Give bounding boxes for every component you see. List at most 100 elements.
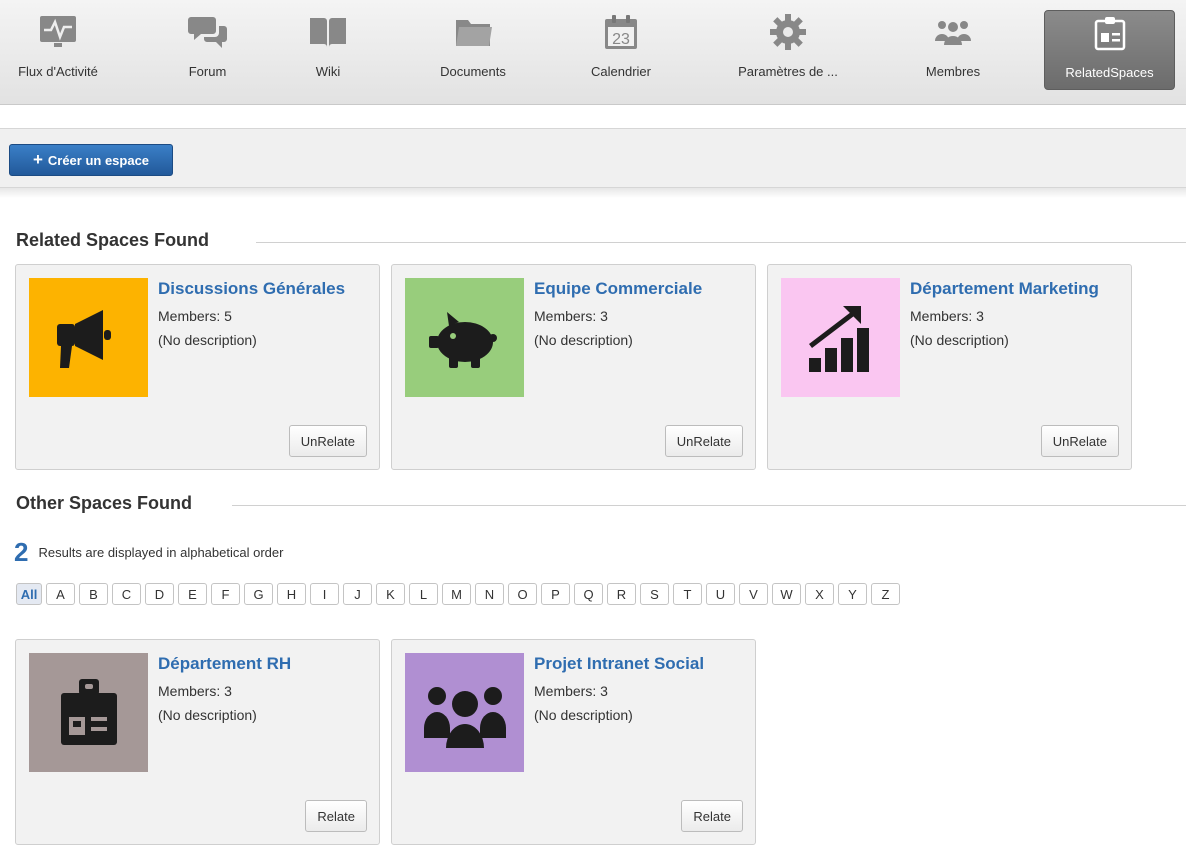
letter-filter-g[interactable]: G [244,583,273,605]
space-description: (No description) [158,332,257,348]
nav-item-activity-stream[interactable]: Flux d'Activité [8,10,108,90]
relate-button[interactable]: Relate [681,800,743,832]
space-avatar [29,653,148,772]
space-card: Département Marketing Members: 3 (No des… [767,264,1132,470]
create-space-button[interactable]: + Créer un espace [9,144,173,176]
letter-filter-m[interactable]: M [442,583,471,605]
space-description: (No description) [534,332,633,348]
toolbar-shadow [0,188,1186,198]
nav-item-documents[interactable]: Documents [428,10,518,90]
nav-label: Flux d'Activité [18,64,98,79]
nav-label: Calendrier [591,64,651,79]
space-avatar [405,653,524,772]
space-name-link[interactable]: Département Marketing [910,279,1099,299]
space-members: Members: 3 [158,683,232,699]
documents-icon [451,10,495,54]
forum-icon [186,10,230,54]
letter-filter-q[interactable]: Q [574,583,603,605]
letter-filter-y[interactable]: Y [838,583,867,605]
members-icon [931,10,975,54]
letter-filter-all[interactable]: All [16,583,42,605]
related-spaces-heading: Related Spaces Found [16,230,210,250]
nav-label: Documents [440,64,506,79]
letter-filter-w[interactable]: W [772,583,801,605]
space-description: (No description) [910,332,1009,348]
section-divider [256,242,1186,243]
growth-chart-icon [808,305,869,372]
letter-filter-f[interactable]: F [211,583,240,605]
letter-filter-n[interactable]: N [475,583,504,605]
unrelate-button[interactable]: UnRelate [1040,425,1119,457]
nav-label: Forum [188,64,227,79]
space-members: Members: 3 [534,308,608,324]
nav-item-members[interactable]: Membres [915,10,991,90]
results-count: 2 [14,537,29,567]
space-members: Members: 3 [910,308,984,324]
nav-item-forum[interactable]: Forum [170,10,245,90]
letter-filter-l[interactable]: L [409,583,438,605]
letter-filter-v[interactable]: V [739,583,768,605]
space-card: Projet Intranet Social Members: 3 (No de… [391,639,756,845]
letter-filter-p[interactable]: P [541,583,570,605]
space-description: (No description) [534,707,633,723]
calendar-icon: 23 [599,10,643,54]
nav-item-settings[interactable]: Paramètres de ... [725,10,851,90]
space-card: Discussions Générales Members: 5 (No des… [15,264,380,470]
space-avatar [781,278,900,397]
activity-stream-icon [36,10,80,54]
space-avatar [29,278,148,397]
section-divider [232,505,1186,506]
nav-label: Paramètres de ... [738,64,838,79]
wiki-icon [306,10,350,54]
space-navigation-bar: Flux d'Activité Forum Wiki Documents 23 … [0,0,1186,105]
letter-filter-r[interactable]: R [607,583,636,605]
letter-filter-i[interactable]: I [310,583,339,605]
space-card: Département RH Members: 3 (No descriptio… [15,639,380,845]
letter-filter-c[interactable]: C [112,583,141,605]
space-name-link[interactable]: Discussions Générales [158,279,345,299]
letter-filter-h[interactable]: H [277,583,306,605]
space-members: Members: 5 [158,308,232,324]
letter-filter-e[interactable]: E [178,583,207,605]
nav-label: Wiki [315,64,341,79]
alphabet-filter: All A B C D E F G H I J K L M N O P Q R S T U V W X Y Z [16,583,900,605]
space-name-link[interactable]: Equipe Commerciale [534,279,702,299]
nav-label: Membres [925,64,981,79]
nav-item-wiki[interactable]: Wiki [298,10,358,90]
letter-filter-t[interactable]: T [673,583,702,605]
space-avatar [405,278,524,397]
unrelate-button[interactable]: UnRelate [288,425,367,457]
relate-button[interactable]: Relate [305,800,367,832]
results-summary: 2 Results are displayed in alphabetical … [14,537,283,568]
letter-filter-b[interactable]: B [79,583,108,605]
group-icon [423,686,506,748]
letter-filter-s[interactable]: S [640,583,669,605]
nav-label: RelatedSpaces [1065,65,1154,80]
letter-filter-d[interactable]: D [145,583,174,605]
other-spaces-heading: Other Spaces Found [16,493,193,513]
toolbar: + Créer un espace [0,128,1186,188]
space-name-link[interactable]: Projet Intranet Social [534,654,704,674]
nav-item-related-spaces[interactable]: RelatedSpaces [1044,10,1175,90]
space-description: (No description) [158,707,257,723]
calendar-day: 23 [612,31,630,48]
megaphone-icon [56,309,111,368]
results-text: Results are displayed in alphabetical or… [38,545,284,560]
letter-filter-k[interactable]: K [376,583,405,605]
letter-filter-x[interactable]: X [805,583,834,605]
letter-filter-j[interactable]: J [343,583,372,605]
nav-item-calendar[interactable]: 23 Calendrier [578,10,664,90]
piggy-bank-icon [428,311,497,368]
gear-icon [766,10,810,54]
letter-filter-a[interactable]: A [46,583,75,605]
letter-filter-z[interactable]: Z [871,583,900,605]
related-spaces-icon [1088,11,1132,55]
letter-filter-u[interactable]: U [706,583,735,605]
space-card: Equipe Commerciale Members: 3 (No descri… [391,264,756,470]
space-name-link[interactable]: Département RH [158,654,291,674]
id-badge-icon [60,678,117,745]
plus-icon: + [32,150,43,169]
space-members: Members: 3 [534,683,608,699]
unrelate-button[interactable]: UnRelate [664,425,743,457]
letter-filter-o[interactable]: O [508,583,537,605]
